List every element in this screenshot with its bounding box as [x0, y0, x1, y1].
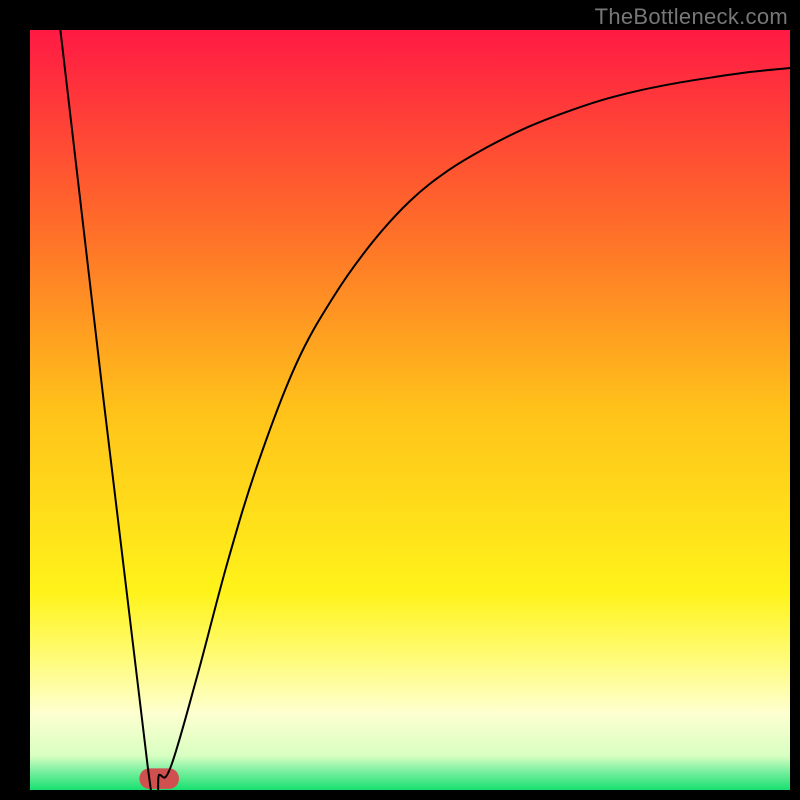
plot-svg [30, 30, 790, 790]
plot-area [30, 30, 790, 790]
chart-frame: TheBottleneck.com [0, 0, 800, 800]
gradient-background [30, 30, 790, 790]
watermark-text: TheBottleneck.com [595, 4, 788, 30]
